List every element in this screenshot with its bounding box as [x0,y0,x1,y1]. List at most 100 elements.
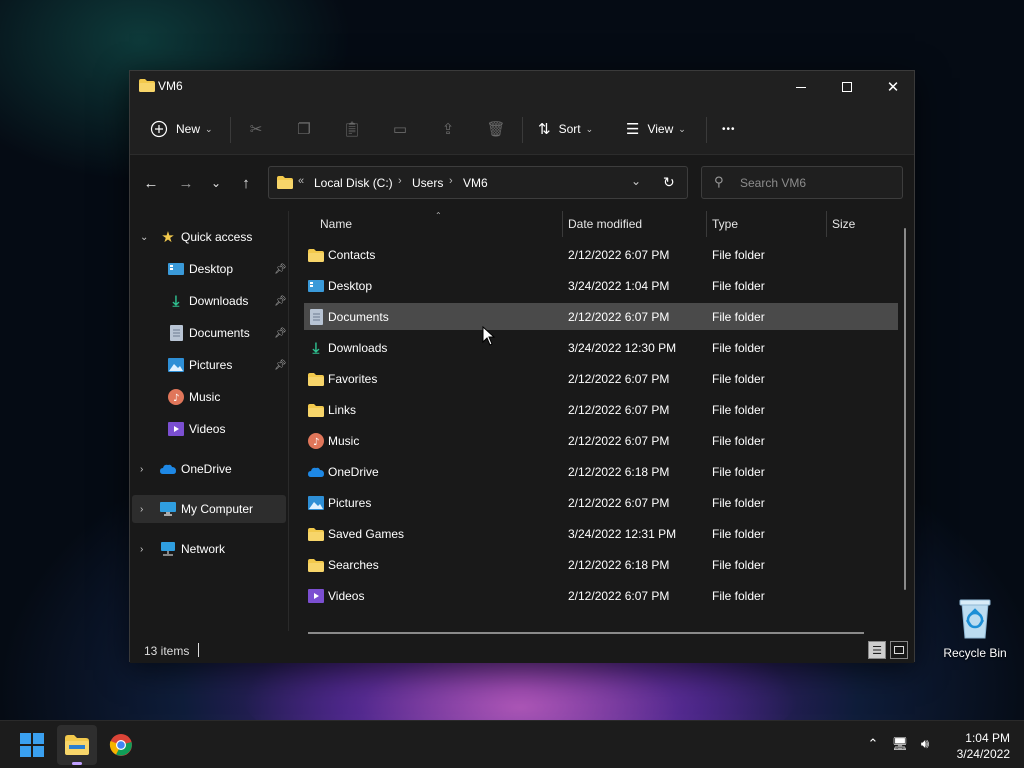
address-dropdown-icon[interactable]: ⌄ [631,174,641,188]
column-header-name[interactable]: Name [320,217,352,231]
maximize-button[interactable] [824,71,870,103]
table-row[interactable]: Favorites 2/12/2022 6:07 PM File folder [304,365,898,392]
table-row[interactable]: OneDrive 2/12/2022 6:18 PM File folder [304,458,898,485]
row-name: Downloads [328,341,388,355]
table-row[interactable]: Videos 2/12/2022 6:07 PM File folder [304,582,898,609]
column-header-size[interactable]: Size [832,217,855,231]
table-row[interactable]: Links 2/12/2022 6:07 PM File folder [304,396,898,423]
network-icon [160,541,176,557]
clock[interactable]: 1:04 PM 3/24/2022 [930,730,1010,762]
refresh-icon[interactable]: ↻ [663,174,675,191]
minimize-button[interactable] [778,71,824,103]
table-row[interactable]: Pictures 2/12/2022 6:07 PM File folder [304,489,898,516]
column-header-type[interactable]: Type [712,217,738,231]
horizontal-scrollbar[interactable] [308,632,864,634]
row-name: Pictures [328,496,372,510]
chevron-down-icon: ⌄ [585,123,594,134]
sidebar-item-documents[interactable]: Documents 📌︎ [132,319,287,347]
column-divider[interactable] [562,211,563,237]
share-icon[interactable]: ⇪ [436,117,460,141]
row-type: File folder [712,310,765,324]
title-bar[interactable]: VM6 ✕ [130,71,914,103]
desktop-icon [168,261,184,277]
start-button[interactable] [12,725,52,765]
table-row[interactable]: ♪ Music 2/12/2022 6:07 PM File folder [304,427,898,454]
recycle-bin-shortcut[interactable]: Recycle Bin [938,596,1012,660]
up-arrow-icon: ↑ [242,174,250,192]
recent-locations-button[interactable]: ⌄ [205,172,227,194]
toolbar-divider [706,117,707,143]
view-icon: ☰ [626,121,640,138]
sidebar-item-quick-access[interactable]: ⌄ ★ Quick access [132,223,286,251]
onedrive-icon [308,464,324,480]
forward-button[interactable]: → [175,172,197,194]
taskbar-chrome[interactable] [101,725,141,765]
large-icons-view-button[interactable] [890,641,908,659]
details-view-button[interactable]: ☰ [868,641,886,659]
sidebar-item-network[interactable]: › Network [132,535,286,563]
chevron-right-icon[interactable]: › [140,504,143,515]
videos-icon [308,588,324,604]
table-row[interactable]: Desktop 3/24/2022 1:04 PM File folder [304,272,898,299]
file-list: ⌃ Name Date modified Type Size Contacts … [290,211,915,631]
breadcrumb-users[interactable]: Users [412,176,443,190]
sidebar-item-onedrive[interactable]: › OneDrive [132,455,286,483]
vertical-scrollbar[interactable] [904,228,906,590]
sidebar-label: Downloads [189,294,249,308]
delete-icon[interactable]: 🗑︎ [484,117,508,141]
chevron-down-icon[interactable]: ⌄ [140,232,148,243]
address-bar[interactable]: « Local Disk (C:) › Users › VM6 ⌄ ↻ [268,166,688,199]
rename-icon[interactable]: ▭ [388,117,412,141]
column-divider[interactable] [826,211,827,237]
music-icon: ♪ [168,389,184,405]
forward-arrow-icon: → [178,174,194,192]
table-row-selected[interactable]: Documents 2/12/2022 6:07 PM File folder [304,303,898,330]
column-header-date[interactable]: Date modified [568,217,642,231]
breadcrumb-local-disk[interactable]: Local Disk (C:) [314,176,393,190]
sidebar-label: Desktop [189,262,234,276]
sidebar-label: Pictures [189,358,233,372]
up-button[interactable]: ↑ [235,172,257,194]
breadcrumb-separator[interactable]: › [398,175,402,187]
pin-icon: 📌︎ [274,327,287,339]
new-button[interactable]: New ⌄ [150,115,213,143]
chevron-right-icon[interactable]: › [140,464,143,475]
view-button[interactable]: ☰ View ⌄ [626,115,686,143]
back-button[interactable]: ← [140,172,162,194]
sidebar-item-my-computer[interactable]: › My Computer [132,495,286,523]
taskbar-file-explorer[interactable] [57,725,97,765]
network-status-icon[interactable]: 🖥︎ [891,735,909,753]
pin-icon: 📌︎ [274,263,287,275]
sort-icon: ⇅ [538,121,551,138]
sidebar-item-music[interactable]: ♪ Music [132,383,286,411]
chrome-icon [109,734,132,756]
table-row[interactable]: ⤓ Downloads 3/24/2022 12:30 PM File fold… [304,334,898,361]
breadcrumb-overflow[interactable]: « [298,175,304,187]
maximize-icon [842,82,852,92]
sort-button[interactable]: ⇅ Sort ⌄ [538,115,593,143]
column-divider[interactable] [706,211,707,237]
chevron-right-icon[interactable]: › [140,544,143,555]
pin-icon: 📌︎ [274,359,287,371]
cut-icon[interactable]: ✂ [244,117,268,141]
copy-icon[interactable]: ❐ [292,117,316,141]
close-button[interactable]: ✕ [870,71,916,103]
row-date: 2/12/2022 6:18 PM [568,465,670,479]
table-row[interactable]: Contacts 2/12/2022 6:07 PM File folder [304,241,898,268]
new-label: New [176,122,201,136]
search-input[interactable] [740,175,890,191]
sidebar-item-videos[interactable]: Videos [132,415,286,443]
more-options-button[interactable]: ••• [722,115,736,143]
show-hidden-icons-button[interactable]: ⌃ [864,735,882,753]
search-box[interactable]: ⚲ [701,166,903,199]
breadcrumb-vm6[interactable]: VM6 [463,176,488,190]
table-row[interactable]: Saved Games 3/24/2022 12:31 PM File fold… [304,520,898,547]
sidebar-item-desktop[interactable]: Desktop 📌︎ [132,255,287,283]
table-row[interactable]: Searches 2/12/2022 6:18 PM File folder [304,551,898,578]
breadcrumb-separator[interactable]: › [449,175,453,187]
minimize-icon [796,86,806,88]
sidebar-item-pictures[interactable]: Pictures 📌︎ [132,351,287,379]
paste-icon[interactable]: 📋︎ [340,117,364,141]
desktop-icon [308,278,324,294]
sidebar-item-downloads[interactable]: ⤓ Downloads 📌︎ [132,287,287,315]
